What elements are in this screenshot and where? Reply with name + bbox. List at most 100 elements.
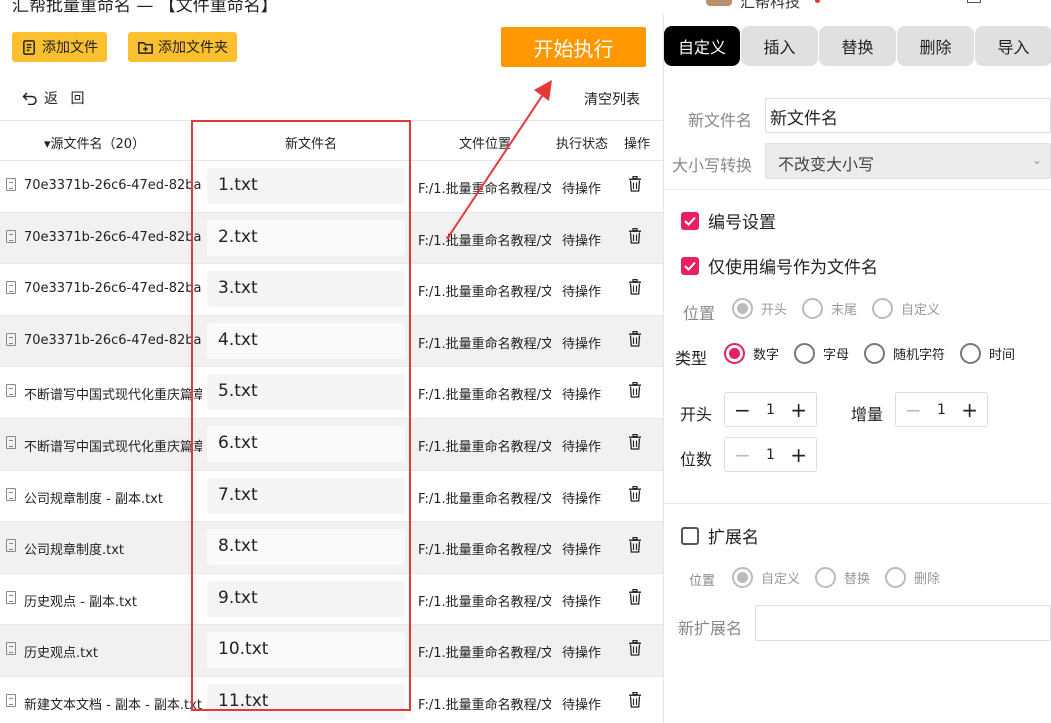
file-icon — [6, 281, 16, 295]
location-cell: F:/1.批量重命名教程/文件 — [418, 439, 551, 455]
tab-delete[interactable]: 删除 — [897, 26, 974, 66]
table-row[interactable]: 历史观点.txt 10.txt F:/1.批量重命名教程/文件待操作 — [0, 625, 663, 677]
type-letter-radio[interactable]: 字母 — [794, 343, 849, 364]
minus-icon[interactable]: − — [734, 445, 751, 465]
table-row[interactable]: 不断谱写中国式现代化重庆篇章 5.txt F:/1.批量重命名教程/文件待操作 — [0, 367, 663, 419]
tab-import[interactable]: 导入 — [975, 26, 1051, 66]
header-status: 执行状态 — [556, 137, 609, 152]
checkbox-checked-icon — [681, 256, 699, 275]
step-value: 1 — [937, 401, 946, 418]
source-name-cell: 70e3371b-26c6-47ed-82ba-8e — [24, 229, 202, 245]
source-name-cell: 70e3371b-26c6-47ed-82ba-8e — [24, 281, 202, 297]
table-row[interactable]: 新建文本文档 - 副本 - 副本.txt 11.txt F:/1.批量重命名教程/文… — [0, 677, 663, 723]
header-ops: 操作 — [624, 137, 651, 152]
avatar[interactable] — [706, 0, 732, 6]
trash-icon[interactable] — [628, 640, 642, 656]
position-custom-radio[interactable]: 自定义 — [872, 298, 940, 319]
add-folder-button[interactable]: 添加文件夹 — [128, 32, 237, 62]
add-folder-label: 添加文件夹 — [158, 40, 228, 56]
back-button[interactable]: 返 回 — [22, 88, 88, 108]
ext-position-radio-group: 自定义 替换 删除 — [732, 567, 955, 588]
trash-icon[interactable] — [628, 227, 642, 244]
only-number-label: 仅使用编号作为文件名 — [708, 258, 878, 278]
ext-delete-radio[interactable]: 删除 — [885, 567, 940, 588]
digits-value: 1 — [766, 446, 775, 463]
table-row[interactable]: 公司规章制度.txt 8.txt F:/1.批量重命名教程/文件待操作 — [0, 522, 663, 574]
clear-list-button[interactable]: 清空列表 — [584, 89, 640, 109]
position-end-radio[interactable]: 末尾 — [802, 298, 857, 319]
trash-icon[interactable] — [628, 433, 642, 450]
minus-icon[interactable]: − — [905, 400, 922, 420]
table-row[interactable]: 70e3371b-26c6-47ed-82ba-8e 1.txt F:/1.批量重命… — [0, 161, 663, 213]
extension-checkbox[interactable]: 扩展名 — [681, 523, 759, 548]
minus-icon[interactable]: − — [734, 400, 751, 420]
ext-replace-radio[interactable]: 替换 — [815, 567, 870, 588]
trash-icon[interactable] — [628, 330, 642, 347]
trash-icon[interactable] — [628, 176, 642, 192]
radio-selected-icon — [732, 298, 753, 319]
notification-dot — [815, 0, 820, 3]
file-icon — [6, 539, 16, 553]
trash-icon[interactable] — [628, 382, 642, 399]
status-cell: 待操作 — [562, 491, 602, 507]
step-stepper[interactable]: − 1 + — [895, 392, 988, 427]
new-name-input[interactable]: 新文件名 — [765, 98, 1051, 133]
table-row[interactable]: 70e3371b-26c6-47ed-82ba-8e 3.txt F:/1.批量重命… — [0, 264, 663, 316]
new-name-cell: 1.txt — [207, 168, 405, 204]
trash-icon[interactable] — [628, 279, 642, 295]
file-icon — [6, 332, 16, 346]
radio-icon — [960, 343, 982, 364]
file-icon — [6, 178, 16, 191]
tab-insert[interactable]: 插入 — [741, 26, 818, 66]
start-label: 开头 — [680, 405, 713, 424]
table-body: 70e3371b-26c6-47ed-82ba-8e 1.txt F:/1.批量重命… — [0, 161, 663, 723]
new-name-cell: 7.txt — [207, 477, 405, 514]
radio-icon — [802, 298, 824, 319]
plus-icon[interactable]: + — [790, 400, 807, 420]
type-time-radio[interactable]: 时间 — [960, 343, 1015, 364]
back-icon — [22, 92, 37, 105]
plus-icon[interactable]: + — [790, 445, 807, 465]
position-start-radio[interactable]: 开头 — [732, 298, 787, 319]
new-name-cell: 11.txt — [207, 683, 405, 720]
type-random-radio[interactable]: 随机字符 — [864, 343, 945, 364]
back-label: 返 回 — [44, 91, 89, 107]
digits-stepper[interactable]: − 1 + — [724, 437, 817, 472]
start-stepper[interactable]: − 1 + — [724, 392, 817, 427]
file-table: ▾源文件名（20） 新文件名 文件位置 执行状态 操作 70e3371b-26c… — [0, 120, 663, 723]
ext-custom-radio[interactable]: 自定义 — [732, 567, 800, 588]
add-file-button[interactable]: 添加文件 — [12, 32, 107, 62]
trash-icon[interactable] — [628, 691, 642, 708]
table-row[interactable]: 70e3371b-26c6-47ed-82ba-8e 2.txt F:/1.批量重命… — [0, 212, 663, 265]
status-cell: 待操作 — [562, 543, 602, 559]
numbering-checkbox[interactable]: 编号设置 — [681, 208, 776, 233]
table-row[interactable]: 历史观点 - 副本.txt 9.txt F:/1.批量重命名教程/文件待操作 — [0, 574, 663, 626]
trash-icon[interactable] — [628, 537, 642, 553]
plus-icon[interactable]: + — [961, 400, 978, 420]
start-value: 1 — [766, 401, 775, 418]
minimize-icon[interactable] — [967, 0, 981, 3]
trash-icon[interactable] — [628, 485, 642, 502]
status-cell: 待操作 — [562, 439, 602, 455]
header-source-name[interactable]: ▾源文件名（20） — [44, 133, 145, 152]
location-cell: F:/1.批量重命名教程/文件 — [418, 646, 551, 662]
only-number-checkbox[interactable]: 仅使用编号作为文件名 — [681, 253, 878, 278]
new-name-cell: 2.txt — [207, 219, 405, 256]
tab-replace[interactable]: 替换 — [819, 26, 896, 66]
location-cell: F:/1.批量重命名教程/文件 — [418, 182, 551, 197]
table-row[interactable]: 70e3371b-26c6-47ed-82ba-8e 4.txt F:/1.批量重命… — [0, 315, 663, 368]
case-select[interactable]: 不改变大小写 ⌄ — [765, 143, 1051, 179]
start-button[interactable]: 开始执行 — [501, 27, 646, 67]
table-row[interactable]: 公司规章制度 - 副本.txt 7.txt F:/1.批量重命名教程/文件待操作 — [0, 471, 663, 523]
tab-custom[interactable]: 自定义 — [664, 26, 740, 66]
type-label: 类型 — [675, 349, 708, 368]
table-row[interactable]: 不断谱写中国式现代化重庆篇章.t 6.txt F:/1.批量重命名教程/文件待操作 — [0, 418, 663, 471]
source-name-cell: 70e3371b-26c6-47ed-82ba-8e — [24, 178, 202, 193]
file-icon — [6, 642, 16, 656]
new-ext-input[interactable] — [755, 605, 1051, 641]
status-cell: 待操作 — [562, 233, 602, 249]
add-file-label: 添加文件 — [42, 40, 98, 56]
trash-icon[interactable] — [628, 588, 642, 605]
divider — [664, 189, 1050, 190]
type-number-radio[interactable]: 数字 — [724, 343, 779, 364]
